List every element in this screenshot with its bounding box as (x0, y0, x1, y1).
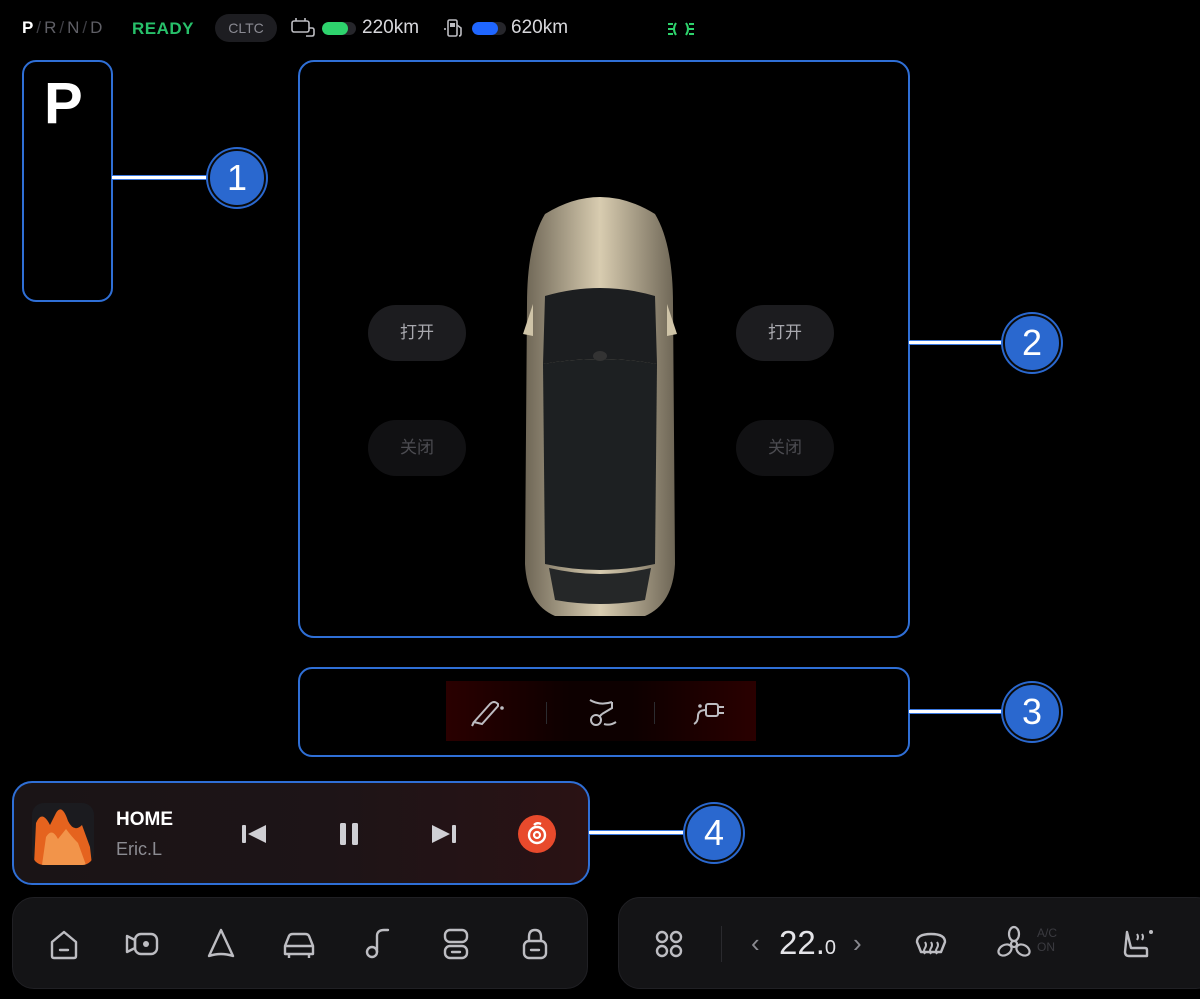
home-icon[interactable] (44, 924, 84, 964)
apps-grid-icon[interactable] (649, 924, 689, 964)
album-cover[interactable] (32, 803, 94, 865)
gear-p: P (22, 18, 35, 37)
fan-icon[interactable] (994, 924, 1034, 964)
gear-panel[interactable]: P (22, 60, 113, 302)
door-control-panel: 打开 关闭 打开 关闭 (298, 60, 910, 638)
fuel-level-fill (472, 22, 498, 35)
climate-divider (721, 926, 722, 962)
artist-name: Eric.L (116, 839, 163, 859)
previous-icon[interactable] (236, 817, 272, 851)
battery-level-bar (322, 22, 356, 35)
callout-2: 2 (1003, 314, 1061, 372)
car-icon[interactable] (279, 924, 319, 964)
camera-icon[interactable] (123, 924, 163, 964)
gear-n: N (67, 18, 81, 37)
gear-r: R (44, 18, 58, 37)
status-bar: P / R / N / D READY CLTC 220km 620km (0, 0, 1200, 58)
media-player-card[interactable]: HOME Eric.L (12, 781, 590, 885)
callout-1: 1 (208, 149, 266, 207)
apps-toggle-icon[interactable] (436, 924, 476, 964)
gear-d: D (90, 18, 104, 37)
lock-icon[interactable] (515, 924, 555, 964)
left-door-open-button[interactable]: 打开 (368, 305, 466, 361)
fuel-pump-icon (443, 17, 465, 44)
temperature-integer: 22. (779, 924, 825, 961)
ready-status: READY (132, 19, 195, 38)
callout-3: 3 (1003, 683, 1061, 741)
battery-level-fill (322, 22, 348, 35)
callout-leader-4 (589, 830, 689, 835)
fuel-level-bar (472, 22, 506, 35)
temp-increase-icon[interactable]: › (853, 928, 862, 959)
fuel-range: 620km (511, 17, 569, 38)
climate-dock: ‹ 22.0 › A/C ON (618, 897, 1200, 989)
callout-leader-2 (909, 340, 1009, 345)
gear-selector-indicator: P / R / N / D (22, 18, 104, 37)
next-icon[interactable] (426, 817, 462, 851)
app-dock (12, 897, 588, 989)
right-door-open-button[interactable]: 打开 (736, 305, 834, 361)
charge-cable-icon[interactable] (582, 694, 622, 730)
callout-leader-3 (909, 709, 1009, 714)
right-door-close-button[interactable]: 关闭 (736, 420, 834, 476)
callout-4: 4 (685, 804, 743, 862)
left-door-close-button[interactable]: 关闭 (368, 420, 466, 476)
temp-decrease-icon[interactable]: ‹ (751, 928, 760, 959)
current-gear: P (44, 71, 83, 136)
temperature-display: 22.0 (779, 924, 836, 962)
music-icon[interactable] (358, 924, 398, 964)
ac-status[interactable]: A/C ON (1037, 926, 1057, 954)
pause-icon[interactable] (331, 817, 367, 851)
song-title: HOME (116, 809, 173, 830)
ac-label: A/C (1037, 926, 1058, 940)
charge-port-open-icon[interactable] (468, 694, 508, 730)
charge-divider (546, 702, 547, 724)
car-top-view-image (505, 184, 695, 622)
cltc-badge[interactable]: CLTC (215, 14, 277, 42)
callout-leader-1 (112, 175, 212, 180)
battery-icon (290, 18, 316, 45)
position-lamp-icon (666, 18, 696, 45)
rear-defrost-icon[interactable] (911, 924, 951, 964)
netease-music-icon[interactable] (518, 815, 556, 853)
temperature-decimal: 0 (824, 937, 836, 959)
charge-divider (654, 702, 655, 724)
seat-heat-icon[interactable] (1117, 924, 1157, 964)
ac-state: ON (1037, 940, 1055, 954)
battery-range: 220km (362, 17, 420, 38)
charge-port-panel (298, 667, 910, 757)
charge-plug-icon[interactable] (690, 694, 730, 730)
navigation-icon[interactable] (201, 924, 241, 964)
